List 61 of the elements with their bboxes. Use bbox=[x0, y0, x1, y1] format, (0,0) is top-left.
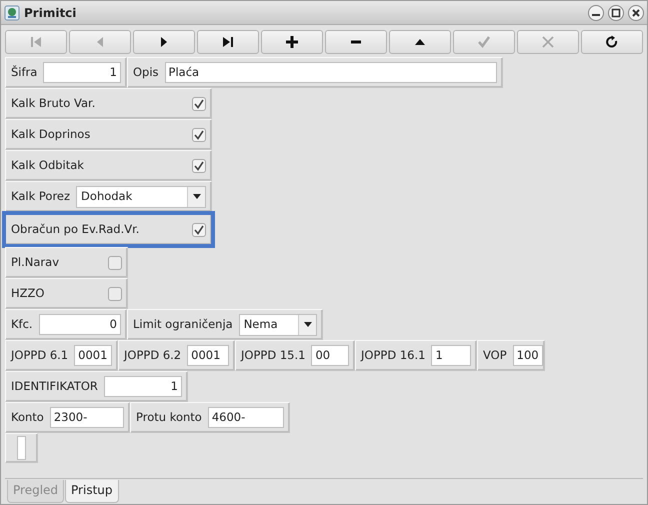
check-icon bbox=[194, 224, 204, 234]
dropdown-field[interactable]: Dohodak bbox=[76, 186, 206, 208]
last-record-icon bbox=[221, 35, 235, 49]
field-label: Kalk Odbitak bbox=[11, 156, 84, 174]
window-title: Primitci bbox=[24, 4, 78, 22]
field-label: Limit ograničenja bbox=[133, 316, 233, 333]
field-label: JOPPD 6.2 bbox=[124, 346, 182, 364]
field-label: Pl.Narav bbox=[11, 254, 60, 271]
checkbox[interactable] bbox=[192, 128, 206, 142]
checkbox[interactable] bbox=[192, 222, 206, 236]
minimize-icon[interactable] bbox=[588, 4, 604, 20]
field-label: Konto bbox=[11, 408, 44, 426]
check-icon bbox=[194, 160, 204, 170]
tab[interactable]: Pristup bbox=[65, 480, 119, 503]
input-field[interactable]: Plaća bbox=[164, 62, 497, 83]
checkbox[interactable] bbox=[192, 96, 206, 110]
caret-icon bbox=[192, 194, 200, 199]
maximize-icon[interactable] bbox=[608, 4, 624, 20]
input-field[interactable]: 4600- bbox=[208, 407, 284, 428]
input-field[interactable]: 0 bbox=[38, 314, 121, 335]
caret-icon bbox=[304, 322, 312, 327]
checkbox[interactable] bbox=[108, 256, 122, 270]
field-label: Šifra bbox=[11, 64, 38, 81]
check-icon bbox=[477, 35, 491, 49]
plus-icon bbox=[285, 35, 299, 49]
field-label: IDENTIFIKATOR bbox=[11, 378, 98, 395]
field-label: VOP bbox=[483, 346, 507, 364]
close-icon[interactable] bbox=[628, 4, 644, 20]
field-label: Obračun po Ev.Rad.Vr. bbox=[11, 220, 140, 238]
check-icon bbox=[194, 130, 204, 140]
input-field[interactable]: 0001 bbox=[187, 345, 229, 366]
toolbar-button[interactable] bbox=[581, 30, 643, 54]
field-label: Opis bbox=[133, 64, 159, 81]
input-field[interactable]: 1 bbox=[43, 62, 121, 83]
input-field[interactable]: 1 bbox=[431, 345, 471, 366]
field-label: Kfc. bbox=[11, 316, 33, 333]
dropdown-field[interactable]: Nema bbox=[238, 314, 317, 336]
field-label: JOPPD 15.1 bbox=[241, 346, 306, 364]
check-icon bbox=[194, 98, 204, 108]
field-label: Protu konto bbox=[136, 408, 202, 426]
field-label: Kalk Bruto Var. bbox=[11, 94, 96, 112]
field-label: Kalk Porez bbox=[11, 188, 70, 205]
app-icon bbox=[4, 4, 20, 20]
refresh-icon bbox=[605, 35, 619, 49]
field-label: JOPPD 16.1 bbox=[361, 346, 426, 364]
toolbar-button[interactable] bbox=[197, 30, 259, 54]
input-field[interactable]: 100 bbox=[512, 345, 543, 366]
checkbox[interactable] bbox=[192, 158, 206, 172]
field-label: Kalk Doprinos bbox=[11, 126, 90, 143]
first-record-icon bbox=[29, 35, 43, 49]
input-field[interactable] bbox=[17, 436, 26, 460]
close-icon bbox=[541, 35, 555, 49]
input-field[interactable]: 0001 bbox=[74, 345, 112, 366]
field-label: JOPPD 6.1 bbox=[11, 346, 68, 364]
input-field[interactable]: 00 bbox=[311, 345, 349, 366]
toolbar-button[interactable] bbox=[261, 30, 323, 54]
toolbar-button[interactable] bbox=[325, 30, 387, 54]
field-label: HZZO bbox=[11, 284, 44, 302]
input-field[interactable]: 1 bbox=[104, 376, 182, 397]
checkbox[interactable] bbox=[108, 286, 122, 300]
input-field[interactable]: 2300- bbox=[50, 407, 124, 428]
